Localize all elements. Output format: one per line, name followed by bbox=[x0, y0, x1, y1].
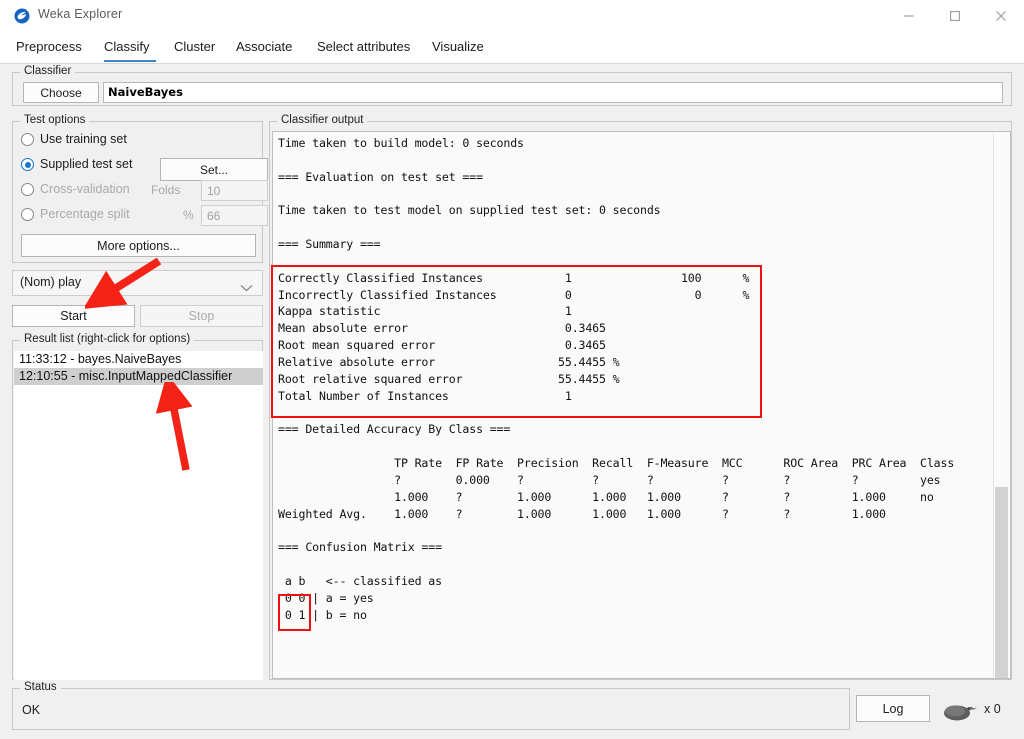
close-button[interactable] bbox=[978, 0, 1024, 32]
radio-label: Supplied test set bbox=[40, 157, 133, 171]
weka-explorer-window: Weka Explorer Preprocess Classify Cluste… bbox=[0, 0, 1024, 739]
class-attribute-value: (Nom) play bbox=[20, 275, 82, 289]
tab-divider bbox=[0, 63, 1024, 64]
radio-indicator bbox=[21, 208, 34, 221]
folds-label: Folds bbox=[151, 183, 181, 197]
percentage-label: % bbox=[183, 208, 194, 222]
choose-classifier-button[interactable]: Choose bbox=[23, 82, 99, 103]
title-bar: Weka Explorer bbox=[0, 0, 1024, 33]
status-panel: Status OK bbox=[12, 681, 850, 730]
classifier-output-text: Time taken to build model: 0 seconds ===… bbox=[278, 136, 955, 622]
tab-associate[interactable]: Associate bbox=[236, 32, 298, 63]
set-test-set-button[interactable]: Set... bbox=[160, 158, 268, 181]
list-item[interactable]: 12:10:55 - misc.InputMappedClassifier bbox=[14, 368, 263, 385]
tab-preprocess[interactable]: Preprocess bbox=[16, 32, 89, 63]
folds-input[interactable]: 10 bbox=[201, 180, 268, 201]
result-list[interactable]: 11:33:12 - bayes.NaiveBayes 12:10:55 - m… bbox=[14, 351, 263, 680]
tab-cluster[interactable]: Cluster bbox=[174, 32, 219, 63]
status-message: OK bbox=[22, 703, 41, 717]
radio-label: Use training set bbox=[40, 132, 127, 146]
bird-count-label: x 0 bbox=[984, 702, 1001, 716]
output-scrollbar-thumb[interactable] bbox=[995, 487, 1008, 678]
classifier-output-panel: Classifier output Time taken to build mo… bbox=[269, 114, 1012, 680]
status-panel-label: Status bbox=[20, 681, 61, 693]
result-list-label: Result list (right-click for options) bbox=[20, 333, 195, 345]
classifier-output-area[interactable]: Time taken to build model: 0 seconds ===… bbox=[272, 131, 1011, 679]
tab-classify[interactable]: Classify bbox=[104, 32, 156, 63]
classifier-output-label: Classifier output bbox=[277, 114, 368, 126]
radio-indicator bbox=[21, 133, 34, 146]
tab-bar: Preprocess Classify Cluster Associate Se… bbox=[0, 32, 1024, 63]
radio-indicator-selected bbox=[21, 158, 34, 171]
start-button[interactable]: Start bbox=[12, 305, 135, 327]
radio-label: Percentage split bbox=[40, 207, 130, 221]
maximize-button[interactable] bbox=[932, 0, 978, 32]
stop-button: Stop bbox=[140, 305, 263, 327]
weka-bird-status-icon[interactable] bbox=[941, 700, 979, 722]
list-item[interactable]: 11:33:12 - bayes.NaiveBayes bbox=[14, 351, 263, 368]
percentage-input[interactable]: 66 bbox=[201, 205, 268, 226]
result-list-panel: Result list (right-click for options) 11… bbox=[12, 333, 263, 680]
weka-bird-icon bbox=[14, 8, 30, 24]
window-title: Weka Explorer bbox=[38, 7, 123, 21]
more-options-button[interactable]: More options... bbox=[21, 234, 256, 257]
class-attribute-combobox[interactable]: (Nom) play bbox=[12, 270, 263, 296]
test-options-label: Test options bbox=[20, 114, 90, 126]
radio-label: Cross-validation bbox=[40, 182, 130, 196]
radio-indicator bbox=[21, 183, 34, 196]
log-button[interactable]: Log bbox=[856, 695, 930, 722]
output-vertical-scrollbar[interactable] bbox=[993, 133, 1009, 678]
classifier-panel-label: Classifier bbox=[20, 65, 76, 77]
test-options-panel: Test options Use training set Supplied t… bbox=[12, 114, 268, 263]
classifier-panel: Classifier Choose NaiveBayes bbox=[12, 65, 1012, 106]
classifier-value-field[interactable]: NaiveBayes bbox=[103, 82, 1003, 103]
tab-visualize[interactable]: Visualize bbox=[432, 32, 487, 63]
minimize-button[interactable] bbox=[886, 0, 932, 32]
tab-select-attributes[interactable]: Select attributes bbox=[317, 32, 414, 63]
chevron-down-icon bbox=[240, 279, 253, 297]
